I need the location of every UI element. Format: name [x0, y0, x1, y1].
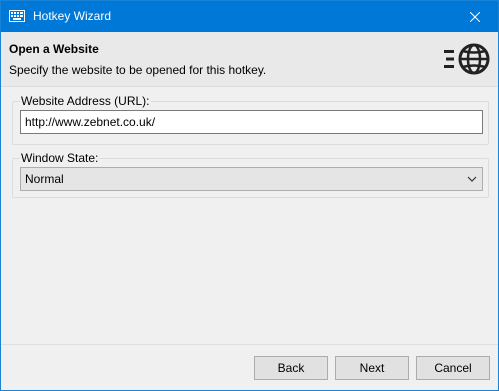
back-button[interactable]: Back [254, 356, 328, 380]
url-input[interactable] [20, 110, 483, 134]
url-group: Website Address (URL): [12, 94, 489, 145]
globe-icon [444, 43, 490, 75]
chevron-down-icon [467, 176, 477, 182]
url-label: Website Address (URL): [20, 94, 151, 108]
page-subtitle: Specify the website to be opened for thi… [9, 63, 267, 77]
next-button[interactable]: Next [335, 356, 409, 380]
cancel-button[interactable]: Cancel [416, 356, 490, 380]
page-title: Open a Website [9, 42, 99, 56]
close-icon [470, 11, 480, 22]
button-bar: Back Next Cancel [1, 344, 498, 390]
window-state-label: Window State: [20, 151, 100, 165]
keyboard-icon [9, 10, 25, 22]
hotkey-wizard-window: Hotkey Wizard Open a Website Specify the… [0, 0, 499, 391]
title-bar[interactable]: Hotkey Wizard [1, 1, 498, 32]
close-button[interactable] [452, 1, 498, 32]
window-state-group: Window State: Normal [12, 151, 489, 198]
window-title: Hotkey Wizard [33, 9, 112, 23]
wizard-header: Open a Website Specify the website to be… [1, 32, 498, 87]
window-state-select[interactable]: Normal [20, 167, 483, 191]
window-state-value: Normal [25, 172, 64, 186]
